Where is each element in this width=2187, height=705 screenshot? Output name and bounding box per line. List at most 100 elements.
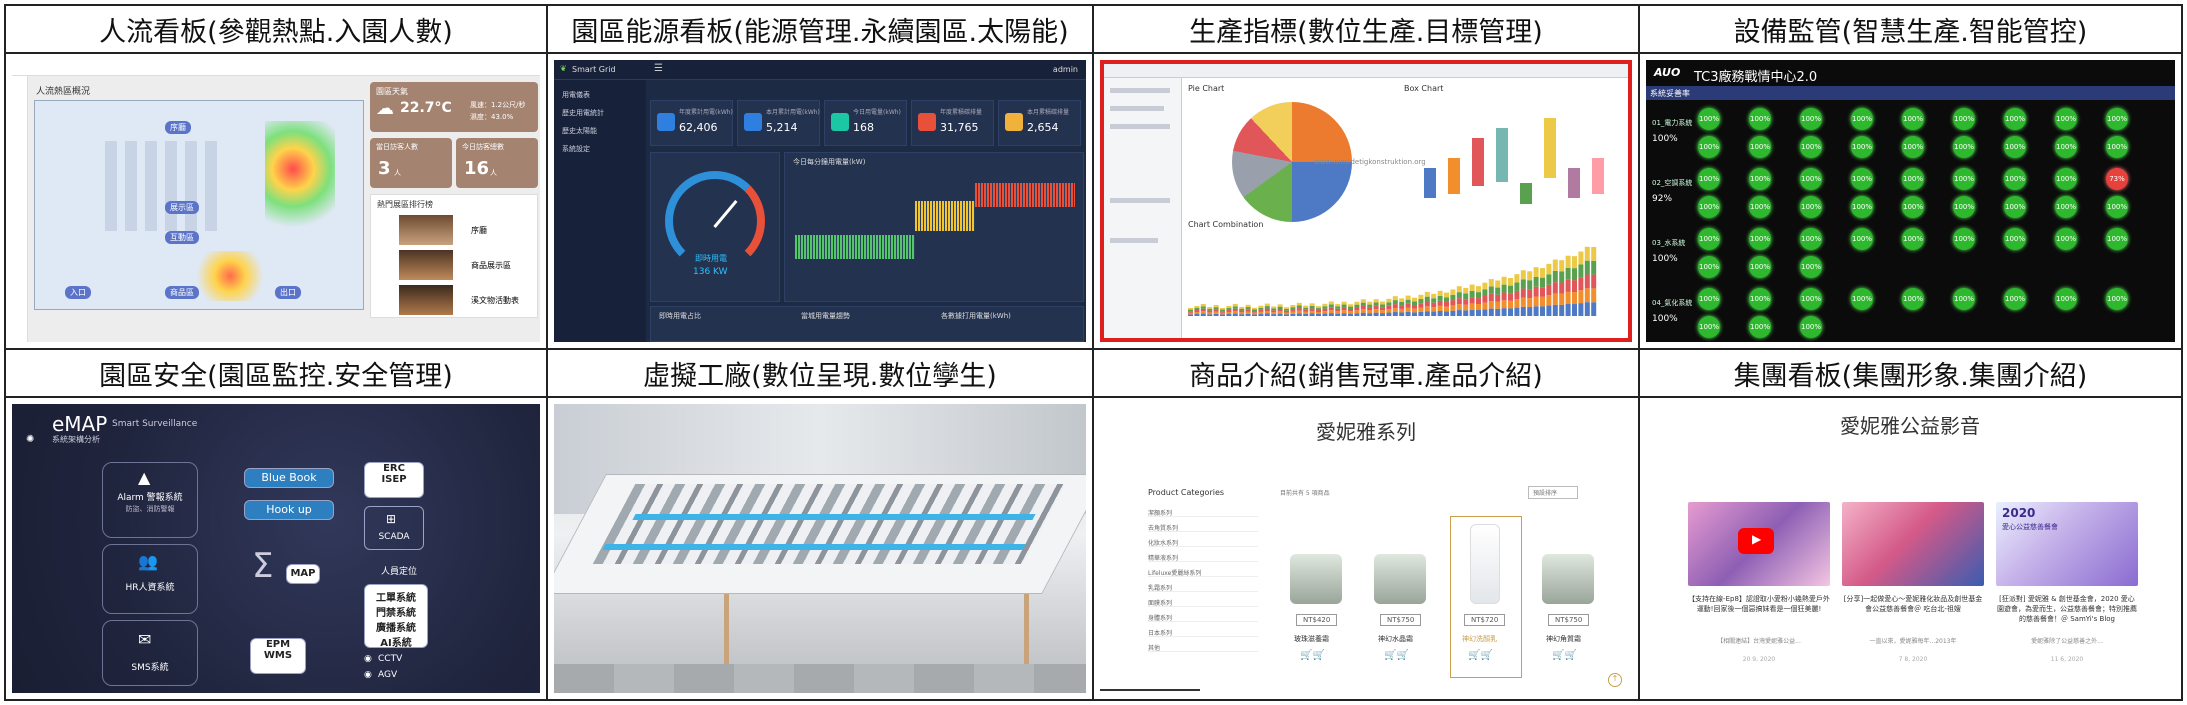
product-name[interactable]: 神幻水晶霜 (1378, 634, 1413, 644)
cart-icon[interactable]: 🛒🛒 (1384, 650, 1409, 661)
status-dot[interactable]: 100% (1953, 228, 1975, 250)
status-dot[interactable]: 100% (1902, 108, 1924, 130)
status-dot[interactable]: 100% (2055, 108, 2077, 130)
status-dot[interactable]: 73% (2106, 168, 2128, 190)
status-dot[interactable]: 100% (1698, 108, 1720, 130)
status-dot[interactable]: 100% (2055, 228, 2077, 250)
status-dot[interactable]: 100% (1902, 288, 1924, 310)
status-dot[interactable]: 100% (1749, 316, 1771, 338)
wms-label: WMS (263, 650, 293, 661)
panel-people-flow[interactable]: 人流熱區概況 序廳 展示區 互動區 入口 商品區 出口 園區天氣 ☁ 22.7°… (6, 54, 548, 350)
status-dot[interactable]: 100% (1698, 136, 1720, 158)
rank-item: 溪文物活動表 (471, 296, 519, 305)
status-dot[interactable]: 100% (2055, 196, 2077, 218)
product-image[interactable] (1542, 554, 1594, 604)
product-name[interactable]: 神幻洗顏乳 (1462, 634, 1497, 644)
video-thumb[interactable]: ▶ (1688, 502, 1830, 586)
status-dot[interactable]: 100% (1800, 108, 1822, 130)
panel-products[interactable]: 愛妮雅系列 Product Categories 潔顏系列 去角質系列 化妝水系列精… (1094, 398, 1640, 699)
status-dot[interactable]: 100% (1749, 136, 1771, 158)
status-dot[interactable]: 100% (1953, 108, 1975, 130)
video-caption[interactable]: [分享]一起做愛心～愛妮雅化妝品及創世基金會公益慈善餐會＠ 吃台北-祖嫂 (1842, 594, 1984, 614)
status-dot[interactable]: 100% (1698, 168, 1720, 190)
status-dot[interactable]: 100% (1800, 168, 1822, 190)
status-dot[interactable]: 100% (1851, 108, 1873, 130)
menu-item[interactable]: 系統設定 (562, 144, 590, 154)
status-dot[interactable]: 100% (2106, 228, 2128, 250)
status-dot[interactable]: 100% (2004, 168, 2026, 190)
status-dot[interactable]: 100% (1851, 168, 1873, 190)
status-dot[interactable]: 100% (2004, 288, 2026, 310)
menu-item[interactable]: 歷史太陽能 (562, 126, 597, 136)
video-caption[interactable]: [狂派對] 愛妮雅 & 創世基金會，2020 愛心園遊會，為愛而生，公益慈善餐會… (1996, 594, 2138, 624)
status-dot[interactable]: 100% (1902, 196, 1924, 218)
panel-group[interactable]: 愛妮雅公益影音 ▶ 2020 愛心公益慈善餐會 【支持在線-Ep8】認證取小愛粉… (1640, 398, 2181, 699)
status-dot[interactable]: 100% (2055, 168, 2077, 190)
stack-segment (1399, 308, 1405, 313)
status-dot[interactable]: 100% (1749, 288, 1771, 310)
status-dot[interactable]: 100% (1902, 228, 1924, 250)
status-dot[interactable]: 100% (2106, 108, 2128, 130)
sort-select[interactable]: 預設排序 (1528, 486, 1579, 499)
status-dot[interactable]: 100% (2055, 288, 2077, 310)
status-dot[interactable]: 100% (1749, 256, 1771, 278)
status-dot[interactable]: 100% (1749, 168, 1771, 190)
user-name[interactable]: admin (1053, 65, 1078, 74)
status-dot[interactable]: 100% (1800, 136, 1822, 158)
status-dot[interactable]: 100% (2055, 136, 2077, 158)
product-image[interactable] (1374, 554, 1426, 604)
status-dot[interactable]: 100% (1902, 136, 1924, 158)
status-dot[interactable]: 100% (1749, 108, 1771, 130)
status-dot[interactable]: 100% (1698, 256, 1720, 278)
status-dot[interactable]: 100% (1749, 196, 1771, 218)
stack-segment (1565, 303, 1571, 316)
status-dot[interactable]: 100% (1698, 316, 1720, 338)
status-dot[interactable]: 100% (1800, 288, 1822, 310)
gauge-card: 即時用電 136 KW (650, 152, 780, 302)
video-caption[interactable]: 【支持在線-Ep8】認證取小愛粉小幾熱愛戶外運動!回家後一個惡搞妹看是一個狂美麗… (1688, 594, 1830, 614)
status-dot[interactable]: 100% (1953, 288, 1975, 310)
header-text: 生產指標(數位生產.目標管理) (1189, 16, 1543, 48)
status-dot[interactable]: 100% (1698, 228, 1720, 250)
panel-production[interactable]: Pie Chart Box Chart www.winsidetigkonstr… (1094, 54, 1640, 350)
status-dot[interactable]: 100% (2004, 228, 2026, 250)
status-dot[interactable]: 100% (1953, 168, 1975, 190)
panel-security[interactable]: eMAP Smart Surveillance ✺ 系統架構分析 ▲ Alarm… (6, 398, 548, 699)
status-dot[interactable]: 100% (2106, 196, 2128, 218)
status-dot[interactable]: 100% (2004, 196, 2026, 218)
cart-icon[interactable]: 🛒🛒 (1552, 650, 1577, 661)
weather-card: 園區天氣 ☁ 22.7°C 風速：1.2公尺/秒 濕度：43.0% (370, 82, 538, 132)
video-thumb[interactable] (1842, 502, 1984, 586)
menu-icon[interactable]: ☰ (654, 63, 663, 74)
back-to-top-icon[interactable]: ↑ (1608, 673, 1622, 687)
status-dot[interactable]: 100% (1800, 196, 1822, 218)
product-name[interactable]: 玻珠滋養霜 (1294, 634, 1329, 644)
menu-item[interactable]: 歷史用電統計 (562, 108, 604, 118)
status-dot[interactable]: 100% (1902, 168, 1924, 190)
cart-icon[interactable]: 🛒🛒 (1468, 650, 1493, 661)
status-dot[interactable]: 100% (1851, 196, 1873, 218)
status-dot[interactable]: 100% (2106, 288, 2128, 310)
status-dot[interactable]: 100% (1851, 136, 1873, 158)
status-dot[interactable]: 100% (2004, 136, 2026, 158)
status-dot[interactable]: 100% (1698, 196, 1720, 218)
status-dot[interactable]: 100% (1953, 136, 1975, 158)
status-dot[interactable]: 100% (1851, 228, 1873, 250)
menu-item[interactable]: 用電儀表 (562, 90, 590, 100)
status-dot[interactable]: 100% (1851, 288, 1873, 310)
panel-virtual-factory[interactable] (548, 398, 1094, 699)
status-dot[interactable]: 100% (1749, 228, 1771, 250)
product-name[interactable]: 神幻角質霜 (1546, 634, 1581, 644)
status-dot[interactable]: 100% (1953, 196, 1975, 218)
status-dot[interactable]: 100% (1800, 316, 1822, 338)
status-dot[interactable]: 100% (1800, 256, 1822, 278)
panel-equipment[interactable]: AUO TC3廠務戰情中心2.0 系統妥善率 01_電力系統 100% 100% 10… (1640, 54, 2181, 350)
status-dot[interactable]: 100% (2106, 136, 2128, 158)
video-thumb[interactable]: 2020 愛心公益慈善餐會 (1996, 502, 2138, 586)
panel-energy[interactable]: ❦ Smart Grid ☰ admin 用電儀表 歷史用電統計 歷史太陽能 系… (548, 54, 1094, 350)
status-dot[interactable]: 100% (1698, 288, 1720, 310)
status-dot[interactable]: 100% (1800, 228, 1822, 250)
product-image[interactable] (1290, 554, 1342, 604)
status-dot[interactable]: 100% (2004, 108, 2026, 130)
cart-icon[interactable]: 🛒🛒 (1300, 650, 1325, 661)
